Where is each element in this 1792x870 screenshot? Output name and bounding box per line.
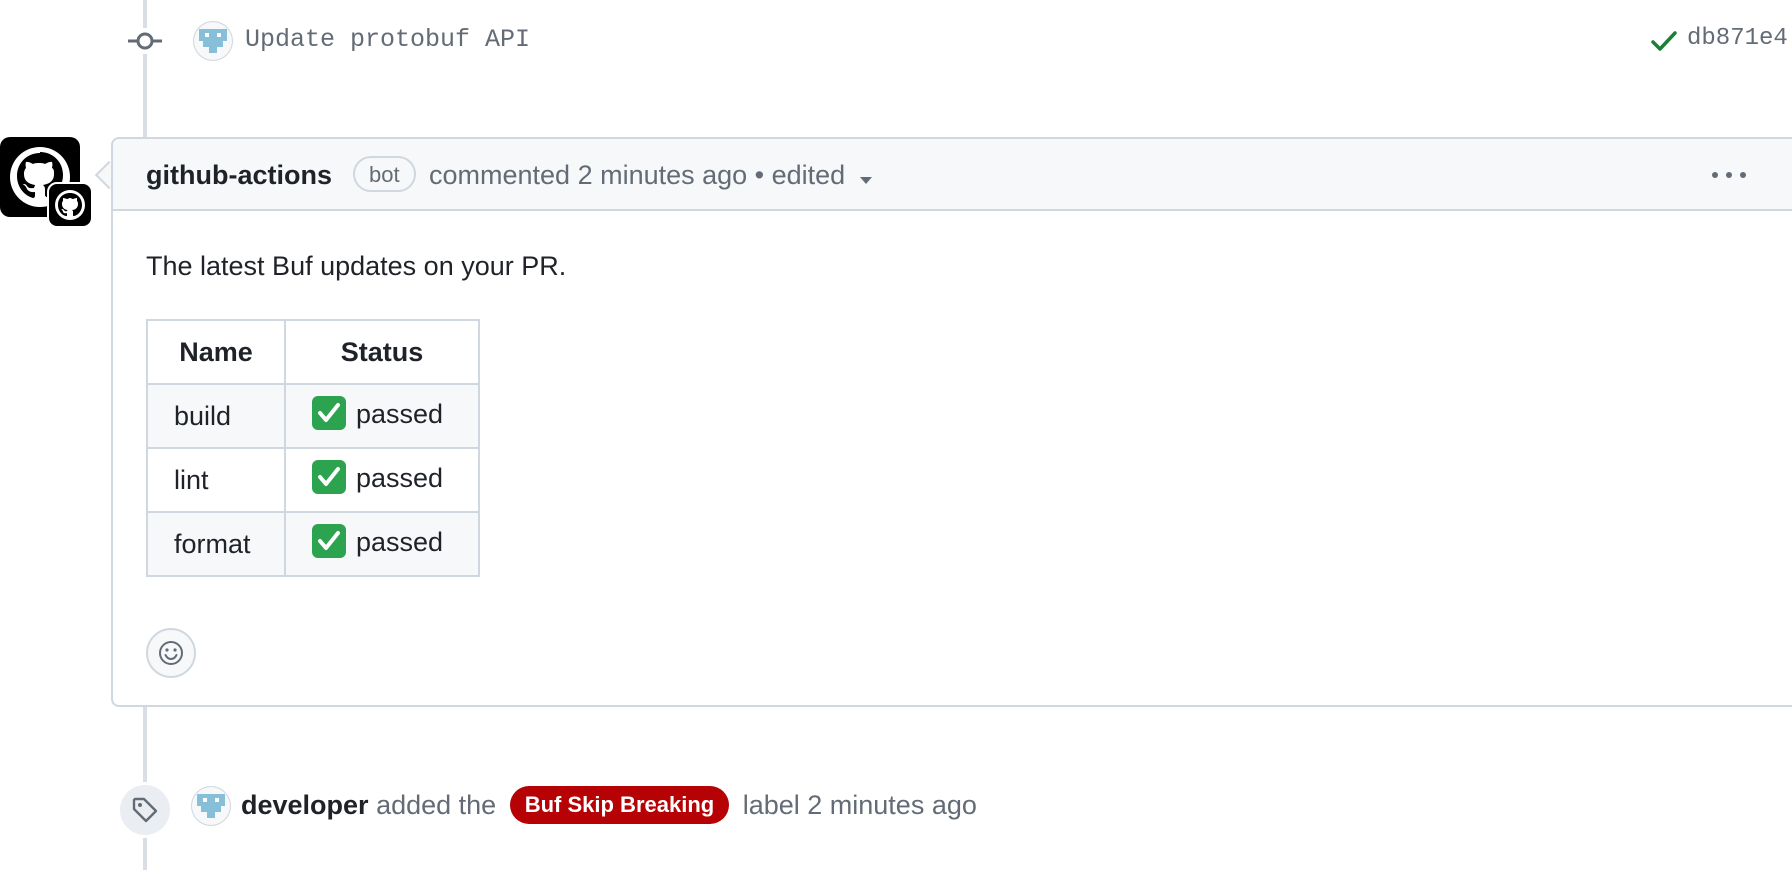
- table-header-row: Name Status: [146, 319, 480, 385]
- kebab-horizontal-icon[interactable]: [1709, 167, 1749, 183]
- bot-badge: bot: [353, 156, 416, 192]
- table-cell-status: passed: [284, 447, 480, 513]
- check-mark-icon: [312, 460, 346, 494]
- table-row: build passed: [146, 383, 480, 449]
- comment-box: github-actions bot commented 2 minutes a…: [111, 137, 1792, 707]
- status-text: passed: [356, 463, 444, 494]
- table-row: lint passed: [146, 447, 480, 513]
- actor-link[interactable]: developer: [241, 790, 369, 820]
- avatar[interactable]: [193, 21, 233, 61]
- check-mark-icon: [312, 396, 346, 430]
- comment-header: github-actions bot commented 2 minutes a…: [113, 139, 1792, 211]
- table-header-name: Name: [146, 319, 286, 385]
- event-text: developer added the Buf Skip Breaking la…: [241, 786, 977, 826]
- comment-meta-text[interactable]: commented 2 minutes ago • edited: [429, 160, 845, 190]
- status-text: passed: [356, 527, 444, 558]
- tag-icon: [117, 782, 173, 838]
- comment-meta[interactable]: commented 2 minutes ago • edited: [429, 160, 873, 192]
- chevron-down-icon[interactable]: [859, 161, 873, 192]
- avatar[interactable]: [191, 786, 231, 826]
- git-commit-icon: [128, 28, 162, 54]
- table-cell-name: format: [146, 511, 286, 577]
- event-text-before: added the: [376, 790, 497, 821]
- label-pill[interactable]: Buf Skip Breaking: [509, 786, 730, 824]
- commit-message-link[interactable]: Update protobuf API: [245, 25, 530, 54]
- comment-body-text: The latest Buf updates on your PR.: [146, 251, 567, 281]
- table-cell-name: build: [146, 383, 286, 449]
- commit-row: Update protobuf API db871e4: [0, 0, 1792, 84]
- check-icon[interactable]: [1650, 28, 1678, 59]
- table-header-status: Status: [284, 319, 480, 385]
- smiley-icon: [159, 641, 183, 665]
- event-text-after: label 2 minutes ago: [742, 790, 977, 821]
- label-event: developer added the Buf Skip Breaking la…: [0, 770, 1792, 840]
- comment-author-link[interactable]: github-actions: [146, 160, 332, 191]
- add-reaction-button[interactable]: [146, 628, 196, 678]
- github-app-icon: [47, 182, 93, 228]
- table-cell-status: passed: [284, 511, 480, 577]
- status-table: Name Status build passed lint passed for…: [146, 319, 480, 577]
- commit-sha-link[interactable]: db871e4: [1687, 25, 1788, 52]
- table-cell-name: lint: [146, 447, 286, 513]
- check-mark-icon: [312, 524, 346, 558]
- status-text: passed: [356, 399, 444, 430]
- table-row: format passed: [146, 511, 480, 577]
- table-cell-status: passed: [284, 383, 480, 449]
